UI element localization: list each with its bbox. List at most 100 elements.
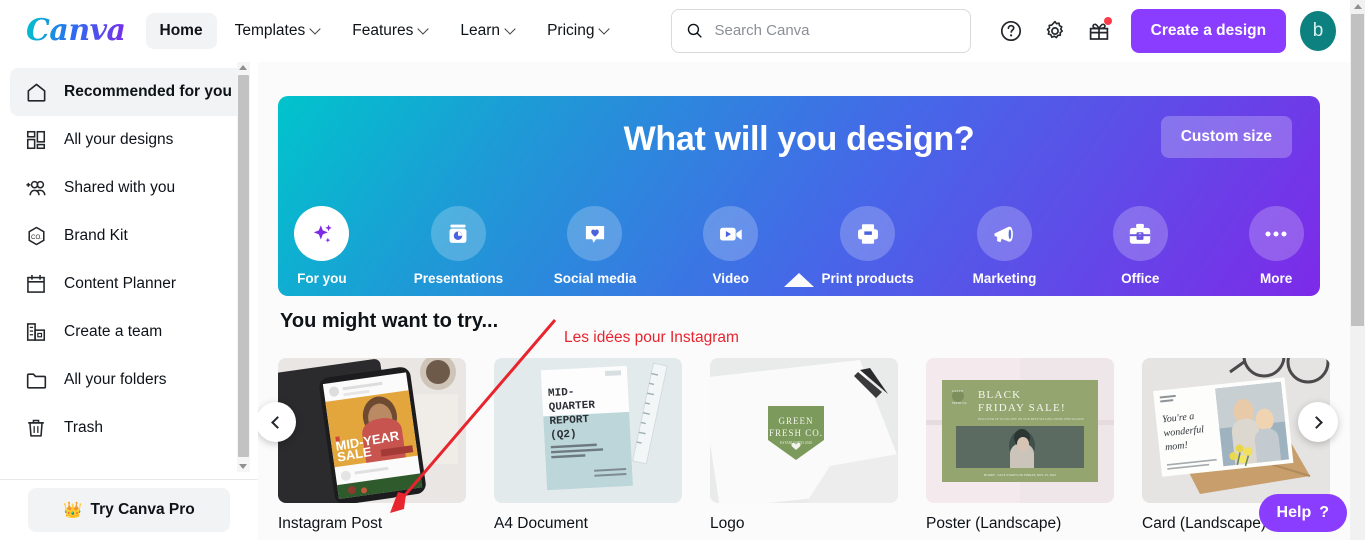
- category-icon-circle: [1248, 206, 1304, 261]
- category-icon-circle: [567, 206, 623, 261]
- sidebar-item-shared[interactable]: Shared with you: [10, 164, 248, 212]
- template-card-label: Poster (Landscape): [926, 515, 1062, 532]
- chevron-down-icon: [600, 25, 609, 34]
- sidebar-label: Content Planner: [64, 275, 177, 292]
- category-label: Video: [712, 271, 749, 286]
- search-input[interactable]: [714, 22, 956, 39]
- scroll-down-arrow-icon[interactable]: [239, 464, 247, 469]
- sidebar-item-recommended[interactable]: Recommended for you: [10, 68, 248, 116]
- category-icon-circle: [840, 206, 896, 261]
- category-icon-circle: [703, 206, 759, 261]
- category-label: More: [1259, 271, 1293, 286]
- category-label: For you: [297, 271, 347, 286]
- settings-button[interactable]: [1037, 13, 1073, 49]
- header-icon-group: [993, 13, 1117, 49]
- nav-label-features: Features: [352, 21, 414, 39]
- category-social-media[interactable]: Social media: [551, 206, 639, 286]
- sidebar-item-brand-kit[interactable]: CO. Brand Kit: [10, 212, 248, 260]
- custom-size-button[interactable]: Custom size: [1160, 116, 1292, 158]
- sidebar-label: Brand Kit: [64, 227, 128, 244]
- sidebar-item-content-planner[interactable]: Content Planner: [10, 260, 248, 308]
- create-a-design-button[interactable]: Create a design: [1130, 8, 1287, 53]
- scroll-up-arrow-icon[interactable]: [1354, 4, 1362, 9]
- chevron-down-icon: [311, 25, 320, 34]
- pro-button-wrap: 👑 Try Canva Pro: [0, 488, 258, 532]
- chevron-down-icon: [419, 25, 428, 34]
- nav-item-features[interactable]: Features: [338, 13, 442, 49]
- building-icon: [24, 320, 48, 344]
- sidebar-item-all-designs[interactable]: All your designs: [10, 116, 248, 164]
- help-button-label: Help: [1276, 504, 1312, 521]
- try-canva-pro-button[interactable]: 👑 Try Canva Pro: [28, 488, 230, 532]
- carousel-next-button[interactable]: [1298, 402, 1338, 442]
- top-header: Canva Home Templates Features Learn Pric…: [0, 0, 1350, 62]
- template-card-poster-landscape[interactable]: GREEN FRESH CO. BLACK FRIDAY SALE! DISCO…: [926, 358, 1114, 533]
- svg-text:REPORT: REPORT: [549, 414, 590, 428]
- nav-item-learn[interactable]: Learn: [446, 13, 529, 49]
- category-presentations[interactable]: Presentations: [414, 206, 503, 286]
- home-icon: [24, 80, 48, 104]
- svg-text:FRIDAY SALE!: FRIDAY SALE!: [978, 402, 1066, 414]
- svg-text:CO.: CO.: [31, 233, 42, 240]
- category-print-products[interactable]: Print products: [822, 206, 914, 286]
- sidebar-item-trash[interactable]: Trash: [10, 404, 248, 452]
- sidebar-item-all-folders[interactable]: All your folders: [10, 356, 248, 404]
- annotation-label: Les idées pour Instagram: [564, 329, 739, 346]
- category-icon-circle: [294, 206, 350, 261]
- megaphone-icon: [994, 226, 1013, 242]
- folder-icon: [24, 368, 48, 392]
- brand-hexagon-icon: CO.: [24, 224, 48, 248]
- sidebar: Recommended for you All your designs Sha…: [0, 62, 258, 540]
- nav-label-pricing: Pricing: [547, 21, 595, 39]
- video-camera-icon: [719, 227, 742, 241]
- category-icon-circle: [1112, 206, 1168, 261]
- nav-label-learn: Learn: [460, 21, 501, 39]
- canva-logo[interactable]: Canva: [26, 13, 126, 48]
- svg-text:BLACK: BLACK: [978, 389, 1021, 401]
- sidebar-nav-list: Recommended for you All your designs Sha…: [0, 62, 258, 452]
- nav-item-pricing[interactable]: Pricing: [533, 13, 623, 49]
- scroll-up-arrow-icon[interactable]: [239, 65, 247, 70]
- briefcase-icon: [1130, 223, 1151, 244]
- svg-text:QUARTER: QUARTER: [548, 400, 595, 414]
- sidebar-label: All your folders: [64, 371, 167, 388]
- svg-text:MID-: MID-: [548, 387, 575, 400]
- main-content: What will you design? Custom size For yo…: [258, 62, 1350, 540]
- category-icon-circle: [430, 206, 486, 261]
- help-circle-button[interactable]: [993, 13, 1029, 49]
- category-label: Social media: [553, 271, 637, 286]
- template-card-logo[interactable]: GREEN FRESH CO. ESTABLISHED 2020 Logo: [710, 358, 898, 533]
- category-office[interactable]: Office: [1096, 206, 1184, 286]
- category-label: Marketing: [972, 271, 1037, 286]
- presentation-jar-icon: [449, 224, 467, 243]
- template-card-label: Instagram Post: [278, 515, 383, 532]
- category-label: Office: [1121, 271, 1160, 286]
- category-marketing[interactable]: Marketing: [961, 206, 1049, 286]
- avatar[interactable]: b: [1300, 10, 1336, 51]
- sidebar-label: All your designs: [64, 131, 174, 148]
- design-type-banner: What will you design? Custom size For yo…: [278, 96, 1320, 296]
- nav-item-templates[interactable]: Templates: [221, 13, 335, 49]
- nav-item-home[interactable]: Home: [145, 12, 217, 49]
- calendar-icon: [24, 272, 48, 296]
- help-button[interactable]: Help ?: [1258, 494, 1347, 532]
- gifts-button[interactable]: [1081, 13, 1117, 49]
- browser-scrollbar[interactable]: [1350, 0, 1365, 540]
- template-card-instagram-post[interactable]: MID-YEAR SALE Instagram Post: [278, 358, 466, 533]
- category-more[interactable]: More: [1232, 206, 1320, 286]
- svg-text:FRESH CO.: FRESH CO.: [769, 428, 823, 438]
- category-video[interactable]: Video: [687, 206, 775, 286]
- svg-text:FRESH CO.: FRESH CO.: [952, 401, 967, 405]
- sidebar-scrollbar[interactable]: [237, 62, 250, 472]
- browser-scrollbar-thumb[interactable]: [1351, 14, 1364, 326]
- banner-category-row: For you Presentations Social media Video…: [278, 206, 1320, 287]
- sidebar-item-create-team[interactable]: Create a team: [10, 308, 248, 356]
- sidebar-scrollbar-thumb[interactable]: [238, 75, 249, 457]
- heart-bubble-icon: [585, 225, 605, 243]
- notification-dot: [1103, 16, 1112, 25]
- template-card-a4-document[interactable]: MID- QUARTER REPORT (Q2) A4 Document: [494, 358, 682, 533]
- sparkle-icon: [313, 224, 332, 243]
- search-box[interactable]: [671, 8, 971, 53]
- category-for-you[interactable]: For you: [278, 206, 814, 287]
- svg-text:DISCOVER UP TO 50% OFF ON OUR: DISCOVER UP TO 50% OFF ON OUR BEST SELLI…: [978, 417, 1085, 421]
